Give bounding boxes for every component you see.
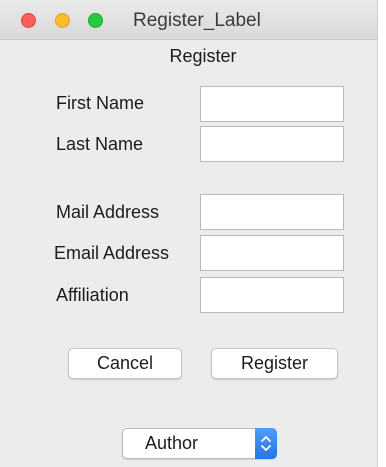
last-name-input[interactable] — [200, 126, 344, 162]
email-address-label: Email Address — [54, 243, 170, 263]
mail-address-label: Mail Address — [56, 202, 160, 222]
zoom-window-button[interactable] — [88, 13, 103, 28]
close-window-button[interactable] — [21, 13, 36, 28]
cancel-button[interactable]: Cancel — [68, 348, 182, 379]
affiliation-label: Affiliation — [56, 285, 129, 305]
role-select-value: Author — [145, 433, 199, 453]
register-window: Register_Label Register First Name Last … — [0, 0, 378, 467]
register-button[interactable]: Register — [211, 348, 338, 379]
first-name-label: First Name — [56, 93, 145, 113]
title-bar[interactable]: Register_Label — [0, 0, 377, 40]
first-name-input[interactable] — [200, 86, 344, 122]
email-address-input[interactable] — [200, 235, 344, 271]
window-title: Register_Label — [133, 10, 261, 31]
form-heading: Register — [169, 46, 237, 66]
role-select[interactable]: Author — [122, 428, 277, 459]
select-arrows-icon — [255, 428, 277, 459]
minimize-window-button[interactable] — [55, 13, 70, 28]
last-name-label: Last Name — [56, 134, 144, 154]
mail-address-input[interactable] — [200, 194, 344, 230]
affiliation-input[interactable] — [200, 277, 344, 313]
